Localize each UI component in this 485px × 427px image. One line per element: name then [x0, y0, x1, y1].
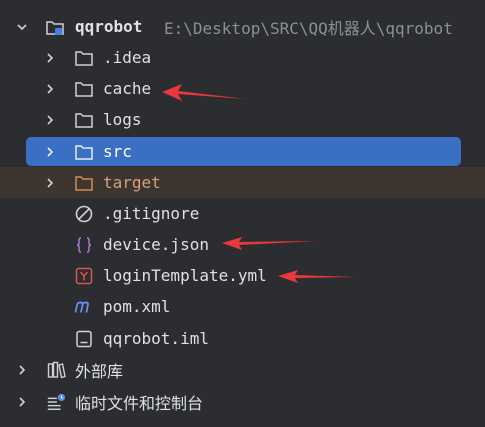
chevron-right-icon[interactable]: [16, 396, 28, 408]
folder-icon: [74, 79, 94, 99]
library-icon: [46, 360, 66, 380]
chevron-right-icon[interactable]: [44, 177, 56, 189]
tree-item-logs[interactable]: logs: [0, 104, 485, 135]
tree-item-scratches[interactable]: 临时文件和控制台: [0, 386, 485, 417]
tree-item-idea[interactable]: .idea: [0, 42, 485, 73]
project-tree: qqrobot E:\Desktop\SRC\QQ机器人\qqrobot .id…: [0, 0, 485, 427]
tree-item-label: loginTemplate.yml: [103, 266, 267, 285]
tree-item-label: .idea: [103, 48, 152, 67]
tree-item-cache[interactable]: cache: [0, 73, 485, 104]
tree-item-label: cache: [103, 79, 152, 98]
folder-icon: [74, 48, 94, 68]
tree-item-gitignore[interactable]: .gitignore: [0, 198, 485, 229]
tree-item-label: 临时文件和控制台: [75, 393, 204, 413]
tree-item-external-libraries[interactable]: 外部库: [0, 354, 485, 385]
json-file-icon: [74, 235, 94, 255]
tree-item-label: target: [103, 173, 161, 192]
chevron-right-icon[interactable]: [16, 364, 28, 376]
tree-item-label: pom.xml: [103, 297, 171, 316]
maven-file-icon: [74, 297, 94, 317]
chevron-right-icon[interactable]: [44, 114, 56, 126]
chevron-down-icon[interactable]: [16, 21, 28, 33]
tree-item-device-json[interactable]: device.json: [0, 229, 485, 260]
folder-icon: [74, 142, 94, 162]
chevron-right-icon[interactable]: [44, 83, 56, 95]
tree-root-qqrobot[interactable]: qqrobot E:\Desktop\SRC\QQ机器人\qqrobot: [0, 11, 485, 42]
folder-orange-icon: [74, 173, 94, 193]
tree-item-src[interactable]: src: [0, 136, 485, 167]
tree-item-label: qqrobot.iml: [103, 329, 209, 348]
tree-item-qqrobot-iml[interactable]: qqrobot.iml: [0, 323, 485, 354]
yaml-file-icon: [74, 266, 94, 286]
tree-item-label: .gitignore: [103, 204, 200, 223]
tree-item-pom-xml[interactable]: pom.xml: [0, 291, 485, 322]
ignore-file-icon: [74, 204, 94, 224]
tree-item-label: logs: [103, 110, 142, 129]
scratches-icon: [46, 392, 66, 412]
tree-item-label: device.json: [103, 235, 209, 254]
tree-item-login-template-yml[interactable]: loginTemplate.yml: [0, 260, 485, 291]
tree-item-label: src: [103, 142, 132, 161]
project-name: qqrobot: [75, 17, 143, 36]
project-path: E:\Desktop\SRC\QQ机器人\qqrobot: [164, 18, 453, 38]
tree-item-label: 外部库: [75, 361, 124, 381]
tree-item-target[interactable]: target: [0, 167, 485, 198]
folder-icon: [74, 110, 94, 130]
iml-file-icon: [74, 329, 94, 349]
chevron-right-icon[interactable]: [44, 52, 56, 64]
chevron-right-icon[interactable]: [44, 146, 56, 158]
project-folder-icon: [45, 17, 65, 37]
